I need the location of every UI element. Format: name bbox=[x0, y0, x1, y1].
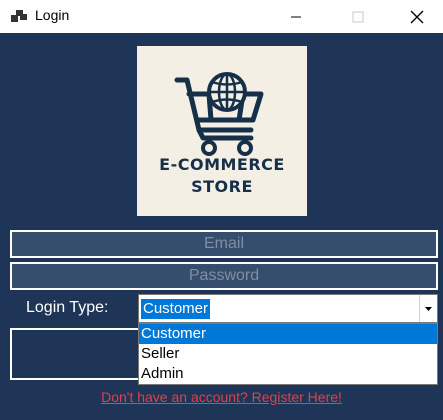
login-type-dropdown-list: Customer Seller Admin bbox=[138, 323, 438, 385]
password-field[interactable] bbox=[10, 262, 438, 290]
email-field[interactable] bbox=[10, 230, 438, 258]
minimize-icon bbox=[291, 16, 301, 17]
login-type-selected-value: Customer bbox=[141, 299, 211, 319]
maximize-button[interactable] bbox=[336, 0, 380, 33]
close-button[interactable] bbox=[395, 0, 439, 33]
logo-title-line1: E-COMMERCE bbox=[159, 155, 285, 174]
store-logo: E-COMMERCE STORE bbox=[137, 46, 307, 216]
dropdown-option-admin[interactable]: Admin bbox=[139, 364, 437, 384]
dropdown-option-customer[interactable]: Customer bbox=[139, 324, 437, 344]
dropdown-option-seller[interactable]: Seller bbox=[139, 344, 437, 364]
register-link[interactable]: Don't have an account? Register Here! bbox=[0, 389, 443, 405]
dropdown-arrow-button[interactable] bbox=[419, 295, 437, 322]
app-icon bbox=[11, 10, 27, 22]
logo-title-line2: STORE bbox=[191, 177, 253, 196]
window-title: Login bbox=[35, 7, 70, 23]
close-icon bbox=[410, 10, 424, 23]
title-bar: Login bbox=[0, 0, 443, 33]
chevron-down-icon bbox=[425, 306, 432, 311]
maximize-icon bbox=[352, 11, 364, 22]
login-type-select[interactable]: Customer bbox=[138, 294, 438, 323]
minimize-button[interactable] bbox=[274, 0, 318, 33]
login-type-label: Login Type: bbox=[26, 299, 109, 316]
